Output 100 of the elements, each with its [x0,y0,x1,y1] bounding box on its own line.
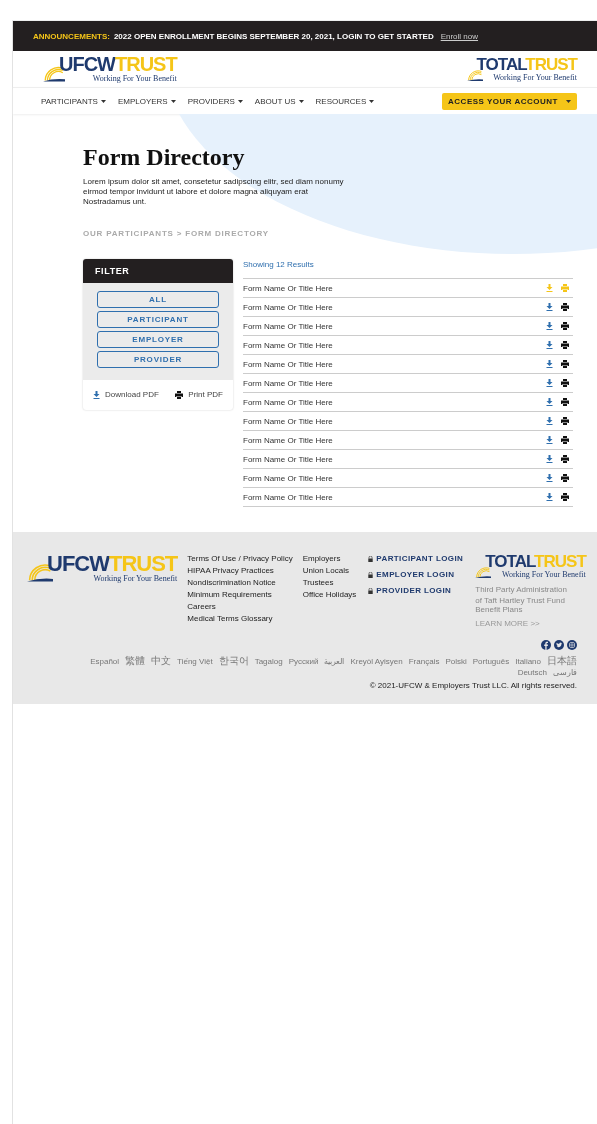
form-title[interactable]: Form Name Or Title Here [243,283,546,293]
footer-link[interactable]: Office Holidays [302,590,357,600]
language-link[interactable]: العربية [324,657,345,666]
download-icon[interactable] [546,322,553,330]
nav-menu-item[interactable]: ABOUT US [254,96,304,106]
caret-icon [170,99,176,103]
footer-link[interactable]: Union Locals [302,566,357,576]
download-icon[interactable] [546,398,553,406]
caret-icon [369,99,375,103]
breadcrumb: OUR PARTICIPANTS > FORM DIRECTORY [83,229,270,238]
download-icon[interactable] [546,360,553,368]
nav-menu-item[interactable]: EMPLOYERS [117,96,176,106]
footer-link[interactable]: Terms Of Use / Privacy Policy [187,554,293,564]
footer-link[interactable]: Nondiscrimination Notice [187,578,293,588]
printer-icon[interactable] [561,455,569,463]
download-pdf-button[interactable]: Download PDF [93,390,159,399]
language-link[interactable]: 日本語 [547,654,577,668]
language-link[interactable]: Tiếng Việt [177,657,213,666]
form-title[interactable]: Form Name Or Title Here [243,321,546,331]
form-title[interactable]: Form Name Or Title Here [243,397,546,407]
partner-logo[interactable]: TOTALTRUST Working For Your Benefit [475,554,587,579]
language-link[interactable]: Polski [445,657,467,666]
printer-icon[interactable] [561,398,569,406]
footer-link[interactable]: Careers [187,602,293,612]
lock-icon [368,555,374,562]
language-link[interactable]: فارسی [553,668,577,677]
form-title[interactable]: Form Name Or Title Here [243,492,546,502]
download-icon[interactable] [546,455,553,463]
lock-icon [368,587,374,594]
footer-link[interactable]: Medical Terms Glossary [187,614,293,624]
language-link[interactable]: Русский [288,657,319,666]
caret-icon [566,99,571,103]
download-icon[interactable] [546,493,553,501]
language-link[interactable]: 繁體 [125,654,146,668]
download-icon[interactable] [546,341,553,349]
f-circle-icon[interactable] [541,640,551,650]
filter-option-button[interactable]: PARTICIPANT [97,311,219,328]
results-count: Showing 12 Results [243,260,315,269]
printer-icon[interactable] [561,436,569,444]
bird-icon[interactable] [554,640,564,650]
filter-option-button[interactable]: ALL [97,291,219,308]
caret-icon [298,99,304,103]
download-icon[interactable] [93,390,100,399]
form-title[interactable]: Form Name Or Title Here [243,454,546,464]
footer-link[interactable]: Employers [302,554,357,564]
language-link[interactable]: Français [408,657,440,666]
filter-option-button[interactable]: PROVIDER [97,351,219,368]
printer-icon[interactable] [175,390,184,399]
camera-icon[interactable] [567,640,577,650]
printer-icon[interactable] [561,322,569,330]
copyright-text: © 2021-UFCW & Employers Trust LLC. All rights reserved. [369,681,577,690]
download-icon[interactable] [546,303,553,311]
login-link[interactable]: EMPLOYER LOGIN [368,570,464,579]
printer-icon[interactable] [561,303,569,311]
printer-icon[interactable] [561,379,569,387]
caret-icon [237,99,243,103]
language-link[interactable]: Deutsch [517,668,547,677]
form-title[interactable]: Form Name Or Title Here [243,340,546,350]
download-icon[interactable] [546,436,553,444]
enroll-link[interactable]: Enroll now [440,31,479,41]
language-link[interactable]: 中文 [151,654,172,668]
form-title[interactable]: Form Name Or Title Here [243,378,546,388]
form-title[interactable]: Form Name Or Title Here [243,473,546,483]
download-icon[interactable] [546,417,553,425]
printer-icon[interactable] [561,417,569,425]
form-title[interactable]: Form Name Or Title Here [243,302,546,312]
language-link[interactable]: Italiano [515,657,541,666]
filter-header: FILTER [83,259,233,283]
caret-icon [100,99,106,103]
intro-text: Lorem ipsum dolor sit amet, consetetur sadipscing elitr, sed diam nonumy eirmod tempor invidunt ut labore et dolore magna aliquyam erat Nostradamus unt. [83,177,345,207]
download-icon[interactable] [546,379,553,387]
footer-link[interactable]: Minimum Requirements [187,590,293,600]
form-title[interactable]: Form Name Or Title Here [243,435,546,445]
printer-icon[interactable] [561,360,569,368]
language-link[interactable]: Português [472,657,510,666]
language-link[interactable]: 한국어 [218,654,249,668]
language-link[interactable]: Español [90,657,120,666]
printer-icon[interactable] [561,474,569,482]
printer-icon[interactable] [561,493,569,501]
language-link[interactable]: Tagalog [254,657,283,666]
login-link[interactable]: PROVIDER LOGIN [368,586,464,595]
footer-logo[interactable]: UFCWTRUST Working For Your Benefit [27,554,178,583]
sunburst-icon [475,566,492,579]
nav-menu-item[interactable]: PARTICIPANTS [41,96,106,106]
filter-option-button[interactable]: EMPLOYER [97,331,219,348]
form-title[interactable]: Form Name Or Title Here [243,359,546,369]
access-account-button[interactable]: ACCESS YOUR ACCOUNT [442,92,577,110]
download-icon[interactable] [546,474,553,482]
nav-menu-item[interactable]: PROVIDERS [187,96,243,106]
language-link[interactable]: Kreyòl Ayisyen [350,657,403,666]
print-pdf-button[interactable]: Print PDF [175,390,223,399]
site-logo[interactable]: UFCWTRUST Working For Your Benefit [43,55,177,83]
printer-icon[interactable] [561,341,569,349]
login-link[interactable]: PARTICIPANT LOGIN [368,554,464,563]
footer-link[interactable]: HIPAA Privacy Practices [187,566,293,576]
nav-menu-item[interactable]: RESOURCES [315,96,375,106]
announcement-label: ANNOUNCEMENTS: [33,31,110,41]
footer-link[interactable]: Trustees [302,578,357,588]
form-title[interactable]: Form Name Or Title Here [243,416,546,426]
partner-logo[interactable]: TOTALTRUST Working For Your Benefit [466,56,577,82]
